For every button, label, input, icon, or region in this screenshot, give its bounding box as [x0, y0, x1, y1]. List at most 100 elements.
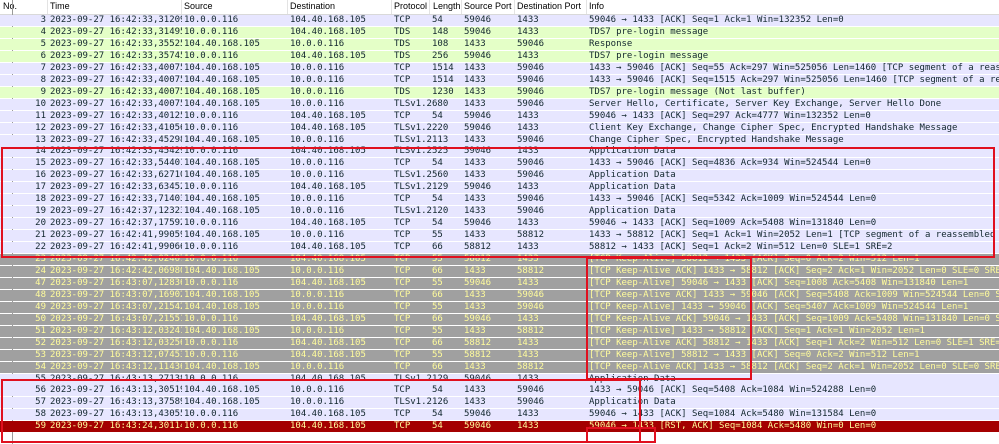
col-no-cell: 55 — [35, 373, 46, 384]
col-source-cell: 10.0.0.116 — [184, 409, 239, 420]
col-source-port-cell: 59046 — [464, 182, 492, 193]
packet-row[interactable]: 50 2023-09-27 16:43:07,215512 10.0.0.116 10… — [0, 313, 999, 325]
col-protocol-cell: TCP — [394, 194, 411, 205]
col-protocol-cell: TLSv1.2 — [394, 373, 432, 384]
packet-row[interactable]: 24 2023-09-27 16:42:42,069805 104.40.168.1… — [0, 265, 999, 277]
col-source-port-cell: 1433 — [464, 170, 486, 181]
col-destination-port-cell: 59046 — [517, 134, 545, 145]
packet-row[interactable]: 56 2023-09-27 16:43:13,305199 104.40.168.1… — [0, 385, 999, 397]
col-destination-cell: 10.0.0.116 — [290, 86, 345, 97]
col-source-header[interactable]: Source — [184, 1, 213, 11]
col-no-cell: 21 — [35, 230, 46, 241]
col-source-port-cell: 1433 — [464, 74, 486, 85]
col-destination-cell: 104.40.168.105 — [290, 146, 366, 157]
col-time-cell: 2023-09-27 16:43:13,430555 — [50, 409, 182, 420]
column-separator[interactable] — [47, 0, 48, 14]
col-length-header[interactable]: Length — [433, 1, 461, 11]
packet-row[interactable]: 47 2023-09-27 16:43:07,128369 10.0.0.116 10… — [0, 277, 999, 289]
col-time-cell: 2023-09-27 16:43:07,169029 — [50, 289, 182, 300]
col-protocol-cell: TCP — [394, 254, 411, 264]
col-source-port-cell: 1433 — [464, 325, 486, 336]
col-protocol-cell: TDS — [394, 86, 411, 97]
col-time-cell: 2023-09-27 16:43:13,271385 — [50, 373, 182, 384]
packet-row[interactable]: 5 2023-09-27 16:42:33,355255 104.40.168.10… — [0, 38, 999, 50]
col-no-cell: 47 — [35, 277, 46, 288]
col-source-cell: 104.40.168.105 — [184, 158, 260, 169]
packet-row[interactable]: 18 2023-09-27 16:42:33,714034 104.40.168.1… — [0, 194, 999, 206]
packet-row[interactable]: 58 2023-09-27 16:43:13,430555 10.0.0.116 10… — [0, 409, 999, 421]
packet-row[interactable]: 16 2023-09-27 16:42:33,627106 104.40.168.1… — [0, 170, 999, 182]
col-destination-header[interactable]: Destination — [290, 1, 335, 11]
col-no-cell: 53 — [35, 349, 46, 360]
packet-row[interactable]: 14 2023-09-27 16:42:33,454298 10.0.0.116 10… — [0, 146, 999, 158]
column-separator[interactable] — [391, 0, 392, 14]
col-length-cell: 66 — [432, 313, 443, 324]
packet-row[interactable]: 22 2023-09-27 16:42:41,990661 10.0.0.116 10… — [0, 242, 999, 254]
packet-row[interactable]: 4 2023-09-27 16:42:33,314951 10.0.0.116 104… — [0, 26, 999, 38]
packet-list[interactable]: 3 2023-09-27 16:42:33,312091 10.0.0.116 104… — [0, 15, 999, 444]
col-info-cell: [TCP Keep-Alive ACK] 58812 → 1433 [ACK] … — [589, 337, 999, 348]
packet-row[interactable]: 49 2023-09-27 16:43:07,215429 104.40.168.1… — [0, 301, 999, 313]
col-destination-port-header[interactable]: Destination Port — [517, 1, 581, 11]
col-destination-port-cell: 58812 — [517, 265, 545, 276]
col-info-cell: 59046 → 1433 [ACK] Seq=297 Ack=4777 Win=… — [589, 110, 871, 121]
packet-row[interactable]: 55 2023-09-27 16:43:13,271385 10.0.0.116 10… — [0, 373, 999, 385]
column-separator[interactable] — [181, 0, 182, 14]
packet-row[interactable]: 54 2023-09-27 16:43:12,114362 104.40.168.1… — [0, 361, 999, 373]
col-info-header[interactable]: Info — [589, 1, 604, 11]
packet-row[interactable]: 12 2023-09-27 16:42:33,410562 10.0.0.116 10… — [0, 122, 999, 134]
col-length-cell: 55 — [432, 349, 443, 360]
col-info-cell: 59046 → 1433 [ACK] Seq=1009 Ack=5408 Win… — [589, 218, 877, 229]
col-info-cell: 1433 → 59046 [ACK] Seq=5342 Ack=1009 Win… — [589, 194, 877, 205]
col-source-port-cell: 59046 — [464, 277, 492, 288]
col-info-cell: 59046 → 1433 [RST, ACK] Seq=1084 Ack=548… — [589, 421, 877, 432]
column-separator[interactable] — [287, 0, 288, 14]
col-time-header[interactable]: Time — [50, 1, 70, 11]
packet-row[interactable]: 57 2023-09-27 16:43:13,375891 104.40.168.1… — [0, 397, 999, 409]
packet-row[interactable]: 3 2023-09-27 16:42:33,312091 10.0.0.116 104… — [0, 15, 999, 26]
column-separator[interactable] — [429, 0, 430, 14]
col-protocol-header[interactable]: Protocol — [394, 1, 427, 11]
packet-row[interactable]: 51 2023-09-27 16:43:12,032411 104.40.168.1… — [0, 325, 999, 337]
col-time-cell: 2023-09-27 16:42:33,634521 — [50, 182, 182, 193]
packet-row[interactable]: 21 2023-09-27 16:42:41,990599 104.40.168.1… — [0, 230, 999, 242]
packet-row[interactable]: 7 2023-09-27 16:42:33,400753 104.40.168.10… — [0, 62, 999, 74]
packet-row[interactable]: 6 2023-09-27 16:42:33,357453 10.0.0.116 104… — [0, 50, 999, 62]
col-source-port-cell: 59046 — [464, 122, 492, 133]
packet-row[interactable]: 19 2023-09-27 16:42:37,123231 104.40.168.1… — [0, 206, 999, 218]
packet-row[interactable]: 48 2023-09-27 16:43:07,169029 104.40.168.1… — [0, 289, 999, 301]
col-time-cell: 2023-09-27 16:43:12,032562 — [50, 337, 182, 348]
packet-row[interactable]: 17 2023-09-27 16:42:33,634521 10.0.0.116 10… — [0, 182, 999, 194]
col-source-cell: 10.0.0.116 — [184, 15, 239, 25]
col-length-cell: 220 — [432, 122, 449, 133]
column-separator[interactable] — [461, 0, 462, 14]
col-source-port-header[interactable]: Source Port — [464, 1, 512, 11]
col-length-cell: 120 — [432, 206, 449, 217]
column-separator[interactable] — [514, 0, 515, 14]
col-source-port-cell: 58812 — [464, 254, 492, 264]
col-time-cell: 2023-09-27 16:42:33,314951 — [50, 26, 182, 37]
col-time-cell: 2023-09-27 16:42:33,627106 — [50, 170, 182, 181]
packet-row[interactable]: 20 2023-09-27 16:42:37,175920 10.0.0.116 10… — [0, 218, 999, 230]
col-source-cell: 104.40.168.105 — [184, 62, 260, 73]
col-length-cell: 54 — [432, 158, 443, 169]
column-separator[interactable] — [586, 0, 587, 14]
packet-row[interactable]: 52 2023-09-27 16:43:12,032562 10.0.0.116 10… — [0, 337, 999, 349]
col-protocol-cell: TLSv1.2 — [394, 122, 432, 133]
col-source-cell: 10.0.0.116 — [184, 337, 239, 348]
col-protocol-cell: TCP — [394, 325, 411, 336]
packet-row[interactable]: 53 2023-09-27 16:43:12,074531 10.0.0.116 10… — [0, 349, 999, 361]
col-length-cell: 66 — [432, 361, 443, 372]
packet-row[interactable]: 59 2023-09-27 16:43:24,301145 10.0.0.116 10… — [0, 421, 999, 433]
packet-row[interactable]: 11 2023-09-27 16:42:33,401255 10.0.0.116 10… — [0, 110, 999, 122]
packet-row[interactable]: 13 2023-09-27 16:42:33,452983 104.40.168.1… — [0, 134, 999, 146]
packet-row[interactable]: 10 2023-09-27 16:42:33,400753 104.40.168.1… — [0, 98, 999, 110]
packet-row[interactable]: 9 2023-09-27 16:42:33,400753 104.40.168.10… — [0, 86, 999, 98]
col-source-cell: 104.40.168.105 — [184, 86, 260, 97]
packet-row[interactable]: 8 2023-09-27 16:42:33,400753 104.40.168.10… — [0, 74, 999, 86]
col-destination-port-cell: 59046 — [517, 385, 545, 396]
packet-row[interactable]: 15 2023-09-27 16:42:33,544010 104.40.168.1… — [0, 158, 999, 170]
packet-row[interactable]: 23 2023-09-27 16:42:42,024075 10.0.0.116 10… — [0, 254, 999, 265]
col-no-header[interactable]: No. — [3, 1, 17, 11]
col-info-cell: 1433 → 59046 [ACK] Seq=1515 Ack=297 Win=… — [589, 74, 999, 85]
